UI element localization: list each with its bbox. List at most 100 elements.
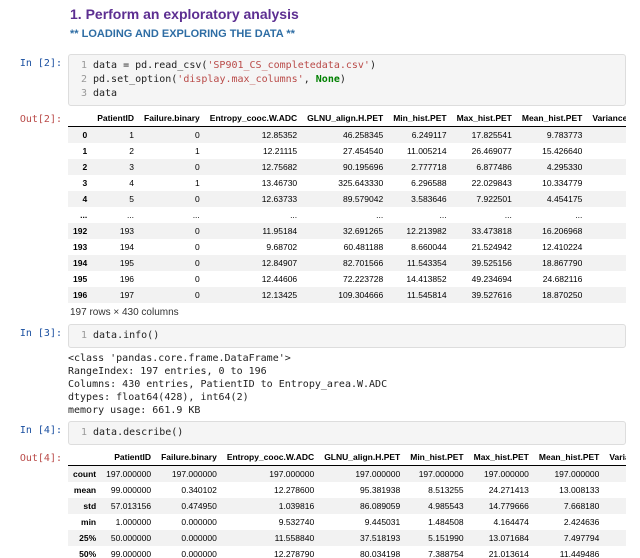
cell-value: 197.000000 <box>469 466 534 483</box>
column-header: Max_hist.PET <box>452 110 517 127</box>
table-row: 192193011.9518432.69126512.21398233.4738… <box>68 223 626 239</box>
cell-value: 39.527616 <box>452 287 517 303</box>
cell-value: 86.089059 <box>319 498 405 514</box>
cell-value: 72.223728 <box>302 271 388 287</box>
cell-value: 6.877486 <box>452 159 517 175</box>
table-row: min1.0000000.0000009.5327409.4450311.484… <box>68 514 626 530</box>
cell-value: 109.304666 <box>302 287 388 303</box>
notebook: { "header": { "title": "1. Perform an ex… <box>0 0 640 558</box>
code-frag: data <box>93 88 117 99</box>
table-row: 194195012.8490782.70156611.54335439.5251… <box>68 255 626 271</box>
column-header: Entropy_cooc.W.ADC <box>205 110 302 127</box>
cell-2-output: Out[2]: PatientIDFailure.binaryEntropy_c… <box>0 110 640 320</box>
cell-value: 50.000000 <box>101 530 156 546</box>
cell-value: 3.583646 <box>388 191 451 207</box>
cell-value: 21.013614 <box>469 546 534 558</box>
cell-value: 0 <box>139 287 205 303</box>
code-string: 'display.max_columns' <box>177 74 303 85</box>
row-index: count <box>68 466 101 483</box>
cell-value: 25.364880 <box>587 271 626 287</box>
cell-value: 325.643330 <box>302 175 388 191</box>
cell-value: 82.701566 <box>302 255 388 271</box>
cell-value: 4.985543 <box>405 498 468 514</box>
cell-value: 12.278790 <box>222 546 319 558</box>
cell-value: 2 <box>92 143 139 159</box>
cell-value: 11.95184 <box>205 223 302 239</box>
column-header: PatientID <box>101 449 156 466</box>
out-prompt: Out[4]: <box>0 449 68 464</box>
code-frag: ) <box>340 74 346 85</box>
cell-value: 90.195696 <box>302 159 388 175</box>
cell-value: 6.549795 <box>587 175 626 191</box>
code-input[interactable]: 1data.info() <box>68 324 626 348</box>
cell-value: 11.449486 <box>534 546 604 558</box>
cell-value: 8.660044 <box>388 239 451 255</box>
cell-value: 4.226854 <box>587 239 626 255</box>
dataframe-head-tail: PatientIDFailure.binaryEntropy_cooc.W.AD… <box>68 110 626 303</box>
row-index: 0 <box>68 127 92 144</box>
cell-value: 193 <box>92 223 139 239</box>
table-row: 01012.8535246.2583456.24911717.8255419.7… <box>68 127 626 144</box>
cell-value: 0 <box>139 191 205 207</box>
stdout-text: <class 'pandas.core.frame.DataFrame'> Ra… <box>68 352 626 417</box>
cell-value: ... <box>205 207 302 223</box>
cell-value: 197.000000 <box>319 466 405 483</box>
code-frag: data.describe() <box>93 427 183 438</box>
table-row: 23012.7568290.1956962.7777186.8774864.29… <box>68 159 626 175</box>
cell-value: 197.000000 <box>101 466 156 483</box>
cell-value: 18.870250 <box>517 287 587 303</box>
cell-value: 7.388754 <box>405 546 468 558</box>
row-index: 3 <box>68 175 92 191</box>
column-header: Variance_hist.PET <box>587 110 626 127</box>
cell-3-input: In [3]: 1data.info() <box>0 324 640 348</box>
cell-value: 12.278600 <box>222 482 319 498</box>
cell-value: 4.164474 <box>469 514 534 530</box>
cell-value: 10.334779 <box>517 175 587 191</box>
cell-value: 24.271413 <box>469 482 534 498</box>
out-prompt: Out[2]: <box>0 110 68 125</box>
code-frag: ) <box>370 60 376 71</box>
code-string: 'SP901_CS_completedata.csv' <box>207 60 370 71</box>
code-input[interactable]: 1data = pd.read_csv('SP901_CS_completeda… <box>68 54 626 106</box>
cell-value: 0.000000 <box>156 514 222 530</box>
cell-value: 7.497794 <box>534 530 604 546</box>
cell-value: 99.000000 <box>101 546 156 558</box>
cell-value: 197.000000 <box>222 466 319 483</box>
cell-value: 12.213982 <box>388 223 451 239</box>
row-index: ... <box>68 207 92 223</box>
table-row: std57.0131560.4749501.03981686.0890594.9… <box>68 498 626 514</box>
table-row: 34113.46730325.6433306.29658822.02984310… <box>68 175 626 191</box>
column-header: Failure.binary <box>156 449 222 466</box>
row-index: 2 <box>68 159 92 175</box>
cell-value: 11.545814 <box>388 287 451 303</box>
cell-value: 2.424636 <box>534 514 604 530</box>
cell-value: 0 <box>139 159 205 175</box>
cell-value: 22.029843 <box>452 175 517 191</box>
column-header: GLNU_align.H.PET <box>319 449 405 466</box>
code-input[interactable]: 1data.describe() <box>68 421 626 445</box>
table-row: 12112.2111527.45454011.00521426.46907715… <box>68 143 626 159</box>
row-index: 25% <box>68 530 101 546</box>
column-header: Max_hist.PET <box>469 449 534 466</box>
column-header <box>68 110 92 127</box>
cell-value: 27.454540 <box>302 143 388 159</box>
section-subtitle: ** LOADING AND EXPLORING THE DATA ** <box>70 28 622 40</box>
cell-value: 0.923425 <box>587 159 626 175</box>
cell-value: 12.75682 <box>205 159 302 175</box>
cell-value: 13.46730 <box>205 175 302 191</box>
cell-value: 197.000000 <box>405 466 468 483</box>
cell-value: ... <box>452 207 517 223</box>
cell-value: 16.206968 <box>517 223 587 239</box>
cell-value: 12.21115 <box>205 143 302 159</box>
row-index: 195 <box>68 271 92 287</box>
in-prompt: In [2]: <box>0 54 68 69</box>
cell-value: 12.63733 <box>205 191 302 207</box>
cell-value: 4 <box>92 175 139 191</box>
column-header: GLNU_align.H.PET <box>302 110 388 127</box>
cell-value: 13.071684 <box>469 530 534 546</box>
cell-value: ... <box>517 207 587 223</box>
cell-value: 7.668180 <box>534 498 604 514</box>
row-index: 192 <box>68 223 92 239</box>
cell-value: 11.005214 <box>388 143 451 159</box>
cell-value: 1.484508 <box>405 514 468 530</box>
